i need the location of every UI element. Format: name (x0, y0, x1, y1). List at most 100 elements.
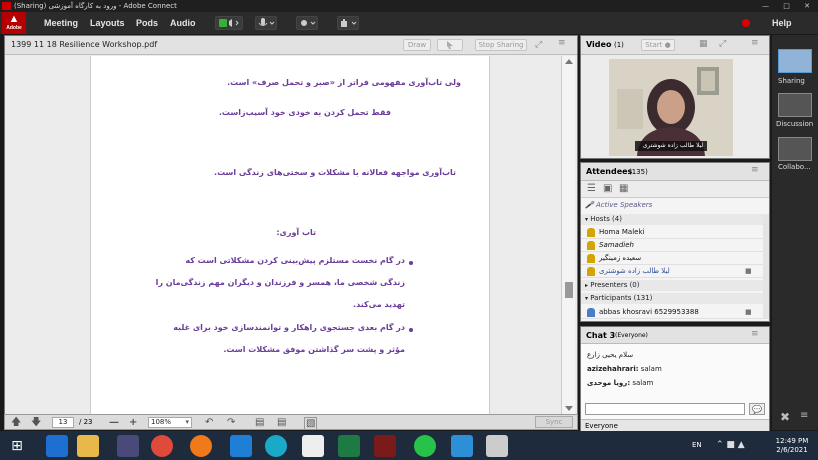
menu-meeting[interactable]: Meeting (44, 18, 78, 28)
teamviewer-icon[interactable] (230, 435, 252, 457)
layout-collaboration-label[interactable]: Collabo... (778, 163, 811, 171)
print-icon[interactable]: ▧ (304, 417, 318, 430)
send-message-icon[interactable]: 💬 (749, 403, 765, 415)
microphone-button[interactable] (255, 16, 277, 30)
pod-menu-icon[interactable]: ≡ (558, 38, 566, 48)
user-icon (587, 254, 595, 263)
doc-line: مؤثر و پشت سر گذاشتن موفق مشکلات است. (223, 345, 405, 354)
layout-options-icon[interactable]: ≡ (800, 410, 808, 421)
hosts-group[interactable]: ▾ Hosts (4) (581, 214, 769, 225)
breakout-view-icon[interactable]: ▦ (619, 183, 628, 194)
input-language[interactable]: EN (692, 441, 702, 449)
zoom-select[interactable]: 108% ▾ (148, 417, 192, 428)
window-controls[interactable]: — □ ✕ (762, 0, 816, 12)
host-row[interactable]: لیلا طالب زاده شوشتری ■ (581, 265, 769, 278)
draw-button[interactable]: Draw (403, 39, 431, 51)
window-title: (Sharing) ورود به کارگاه آموزشی - Adobe … (14, 2, 177, 10)
expand-icon: ▸ (585, 282, 589, 289)
snipping-tool-icon[interactable] (486, 435, 508, 457)
presenters-group[interactable]: ▸ Presenters (0) (581, 280, 769, 291)
participants-group[interactable]: ▾ Participants (131) (581, 293, 769, 304)
video-feed[interactable]: لیلا طالب زاده شوشتری (609, 59, 733, 156)
media-player-icon[interactable] (117, 435, 139, 457)
zoom-out-icon[interactable]: — (109, 417, 119, 428)
host-name: Homa Maleki (599, 228, 645, 236)
menu-pods[interactable]: Pods (136, 18, 158, 28)
doc-scrollbar[interactable] (561, 56, 575, 416)
speaker-button[interactable] (215, 16, 243, 30)
chat-pod-title: Chat 3 (586, 331, 616, 340)
fullscreen-icon[interactable]: ⤢ (719, 39, 726, 49)
tools-icon[interactable]: ✖ (780, 410, 790, 424)
microphone-icon: ■ (745, 267, 752, 275)
layout-discussion-label[interactable]: Discussion (776, 120, 813, 128)
participant-row[interactable]: abbas khosravi 6529953388 ■ (581, 306, 769, 319)
share-pod: 1399 11 18 Resilience Workshop.pdf Draw … (4, 35, 578, 422)
recording-indicator-icon[interactable] (742, 19, 750, 27)
host-name: Samadieh (599, 241, 634, 249)
scroll-up-icon[interactable] (565, 59, 573, 64)
pod-menu-icon[interactable]: ≡ (751, 165, 759, 175)
host-row[interactable]: Samadieh (581, 239, 769, 252)
host-row[interactable]: Homa Maleki (581, 226, 769, 239)
chrome-icon[interactable] (151, 435, 173, 457)
video-pod: Video (1) Start ● ▦ ⤢ ≡ لیلا طالب زاده ش… (580, 35, 770, 159)
menu-audio[interactable]: Audio (170, 18, 196, 28)
system-tray-icons[interactable]: ⌃ ■ ▲ (716, 440, 745, 450)
adobe-connect-icon[interactable] (374, 435, 396, 457)
tab-everyone[interactable]: Everyone (585, 422, 618, 430)
excel-icon[interactable] (338, 435, 360, 457)
camera-button[interactable] (296, 16, 318, 30)
whatsapp-icon[interactable] (414, 435, 436, 457)
edge-icon[interactable] (265, 435, 287, 457)
menu-layouts[interactable]: Layouts (90, 18, 125, 28)
paint-icon[interactable] (302, 435, 324, 457)
webcam-icon (301, 20, 316, 26)
internet-explorer-icon[interactable] (46, 435, 68, 457)
status-view-icon[interactable]: ▣ (603, 183, 612, 194)
video-layout-icon[interactable]: ▦ (699, 39, 708, 49)
start-video-button[interactable]: Start ● (641, 39, 675, 51)
share-pod-header: 1399 11 18 Resilience Workshop.pdf Draw … (5, 36, 577, 55)
fit-page-icon[interactable]: ▤ (255, 417, 264, 428)
zoom-in-icon[interactable]: + (129, 417, 137, 428)
layout-sharing-thumbnail[interactable] (778, 49, 812, 73)
menu-bar: ▲ Adobe Meeting Layouts Pods Audio Help (0, 12, 818, 34)
fit-width-icon[interactable]: ▤ (277, 417, 286, 428)
rotate-right-icon[interactable]: ↷ (227, 417, 235, 428)
stop-sharing-button[interactable]: Stop Sharing (475, 39, 527, 51)
layout-discussion-thumbnail[interactable] (778, 93, 812, 117)
pod-menu-icon[interactable]: ≡ (751, 38, 759, 48)
layout-collaboration-thumbnail[interactable] (778, 137, 812, 161)
sync-button[interactable]: Sync (535, 416, 573, 428)
scroll-thumb[interactable] (565, 282, 573, 298)
next-page-icon[interactable]: 🡇 (31, 417, 41, 428)
raise-hand-button[interactable] (337, 16, 359, 30)
chat-pod-header: Chat 3 (Everyone) ≡ (581, 327, 769, 344)
layout-sharing-label[interactable]: Sharing (778, 77, 805, 85)
doc-heading: تاب آوری: (276, 228, 316, 237)
rotate-left-icon[interactable]: ↶ (205, 417, 213, 428)
pod-menu-icon[interactable]: ≡ (751, 329, 759, 339)
chat-input[interactable] (585, 403, 745, 415)
page-number-input[interactable]: 13 (52, 417, 74, 428)
taskbar-clock[interactable]: 12:49 PM 2/6/2021 (772, 437, 812, 455)
doc-line: در گام بعدی جستجوی راهکار و توانمندسازی … (173, 323, 405, 332)
user-icon (587, 228, 595, 237)
doc-line: در گام نخست مستلزم پیش‌بینی کردن مشکلاتی… (185, 256, 405, 265)
telegram-icon[interactable] (451, 435, 473, 457)
pointer-button[interactable] (437, 39, 463, 51)
doc-line: زندگی شخصی ما، همسر و فرزندان و دیگران م… (155, 278, 405, 287)
chat-message: سلام یحیی زارع (587, 351, 634, 359)
list-view-icon[interactable]: ☰ (587, 183, 596, 194)
file-explorer-icon[interactable] (77, 435, 99, 457)
attendees-scrollbar[interactable] (763, 215, 769, 319)
menu-help[interactable]: Help (772, 18, 792, 28)
scroll-down-icon[interactable] (565, 406, 573, 411)
windows-start-icon[interactable]: ⊞ (6, 435, 28, 457)
fullscreen-icon[interactable]: ⤢ (535, 40, 542, 50)
host-row[interactable]: سعیده زمینگیر (581, 252, 769, 265)
chat-pod: Chat 3 (Everyone) ≡ سلام یحیی زارع azize… (580, 326, 770, 432)
prev-page-icon[interactable]: 🡅 (11, 417, 21, 428)
firefox-icon[interactable] (190, 435, 212, 457)
